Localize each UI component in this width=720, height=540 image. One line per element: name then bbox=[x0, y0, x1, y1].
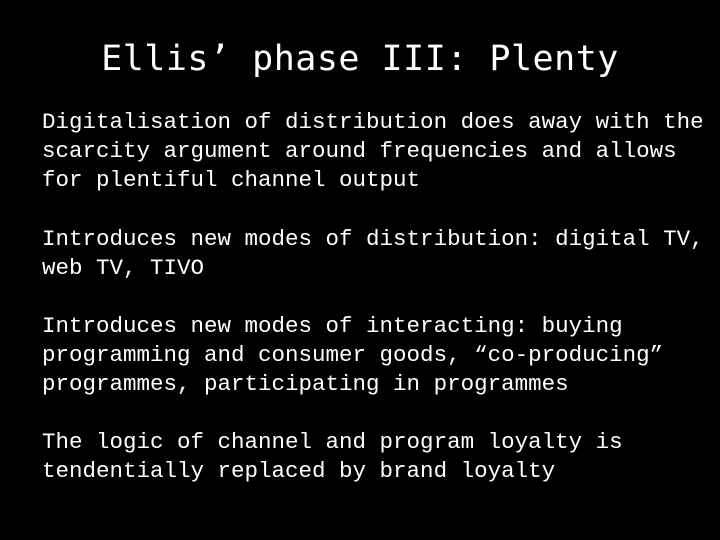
slide-paragraph-modes-distribution: Introduces new modes of distribution: di… bbox=[42, 226, 718, 281]
slide-paragraph-loyalty: The logic of channel and program loyalty… bbox=[42, 429, 637, 484]
slide-paragraph-modes-interacting: Introduces new modes of interacting: buy… bbox=[42, 313, 677, 397]
slide-paragraph-digitalisation: Digitalisation of distribution does away… bbox=[42, 109, 718, 193]
presentation-slide: Ellis’ phase III: Plenty Digitalisation … bbox=[0, 0, 720, 540]
slide-title: Ellis’ phase III: Plenty bbox=[101, 39, 619, 79]
